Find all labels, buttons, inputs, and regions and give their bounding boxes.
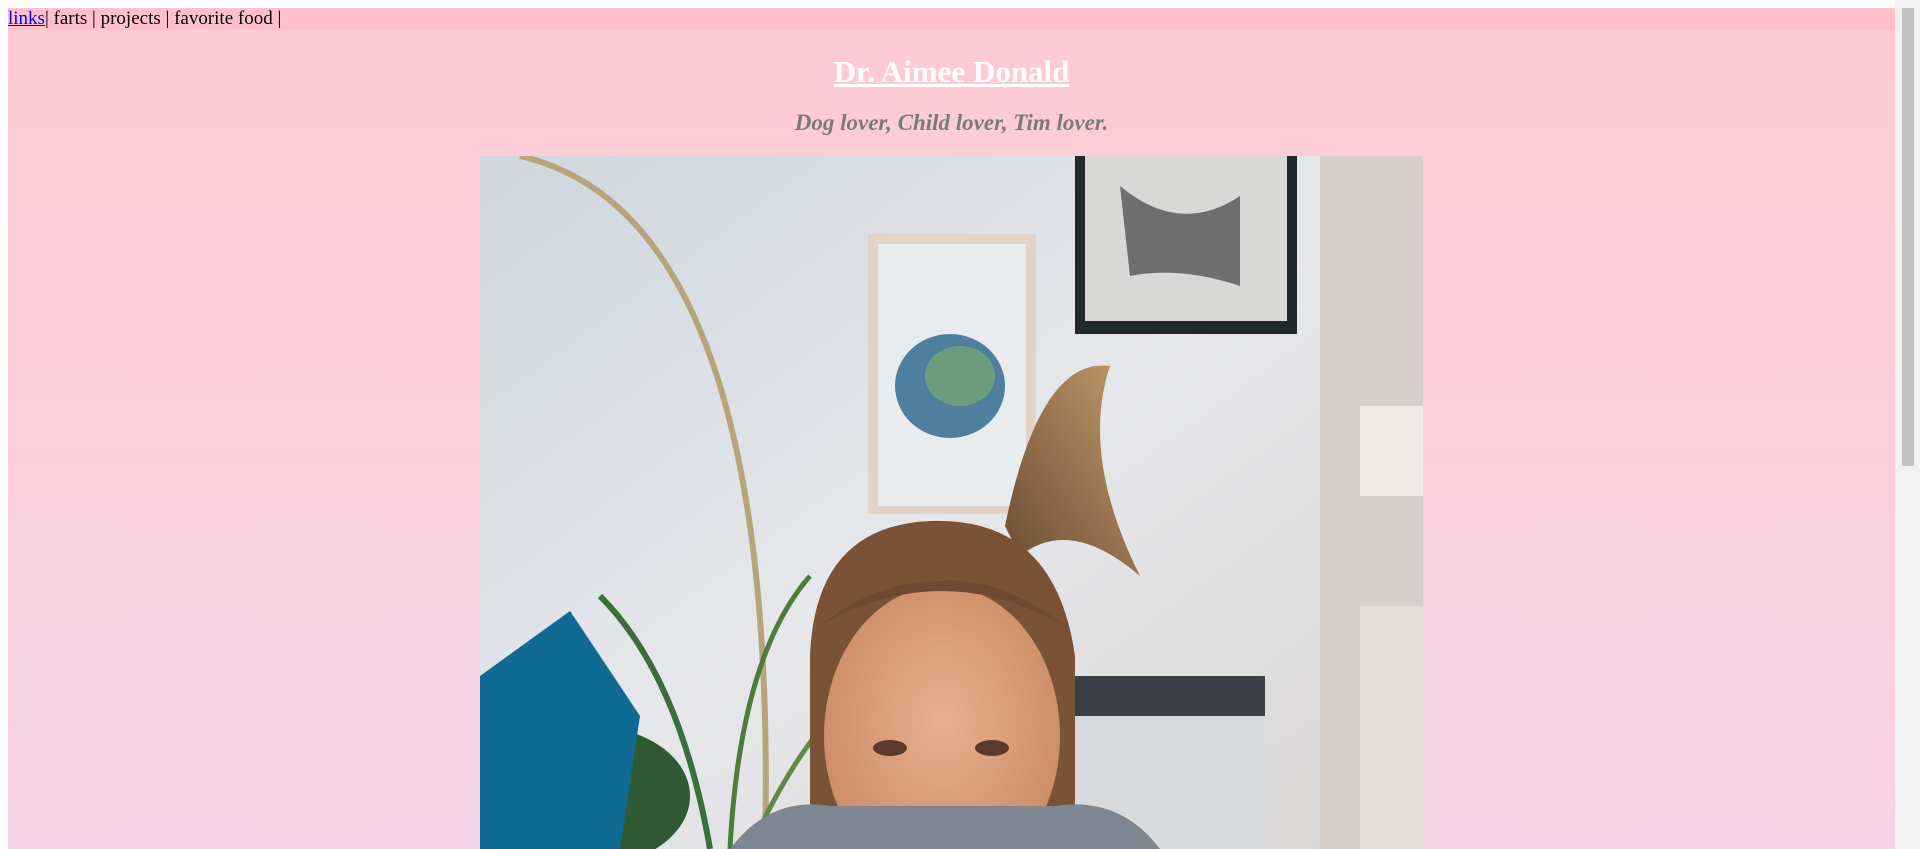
top-nav-bar: links| farts | projects | favorite food …	[8, 8, 1895, 30]
nav-separator: |	[277, 8, 282, 29]
nav-item-farts: farts	[53, 8, 88, 29]
nav-separator: |	[44, 8, 49, 29]
nav-separator: |	[165, 8, 170, 29]
vertical-scrollbar[interactable]	[1895, 0, 1920, 849]
page-title: Dr. Aimee Donald	[833, 54, 1070, 89]
profile-photo	[480, 156, 1423, 849]
nav-separator: |	[92, 8, 96, 29]
scrollbar-thumb[interactable]	[1902, 8, 1914, 466]
nav-item-favorite-food: favorite food	[174, 8, 273, 29]
nav-link-links[interactable]: links	[8, 8, 45, 29]
nav-item-projects: projects	[100, 8, 161, 29]
page-body: links| farts | projects | favorite food …	[8, 8, 1895, 849]
page-subtitle: Dog lover, Child lover, Tim lover.	[794, 110, 1109, 135]
